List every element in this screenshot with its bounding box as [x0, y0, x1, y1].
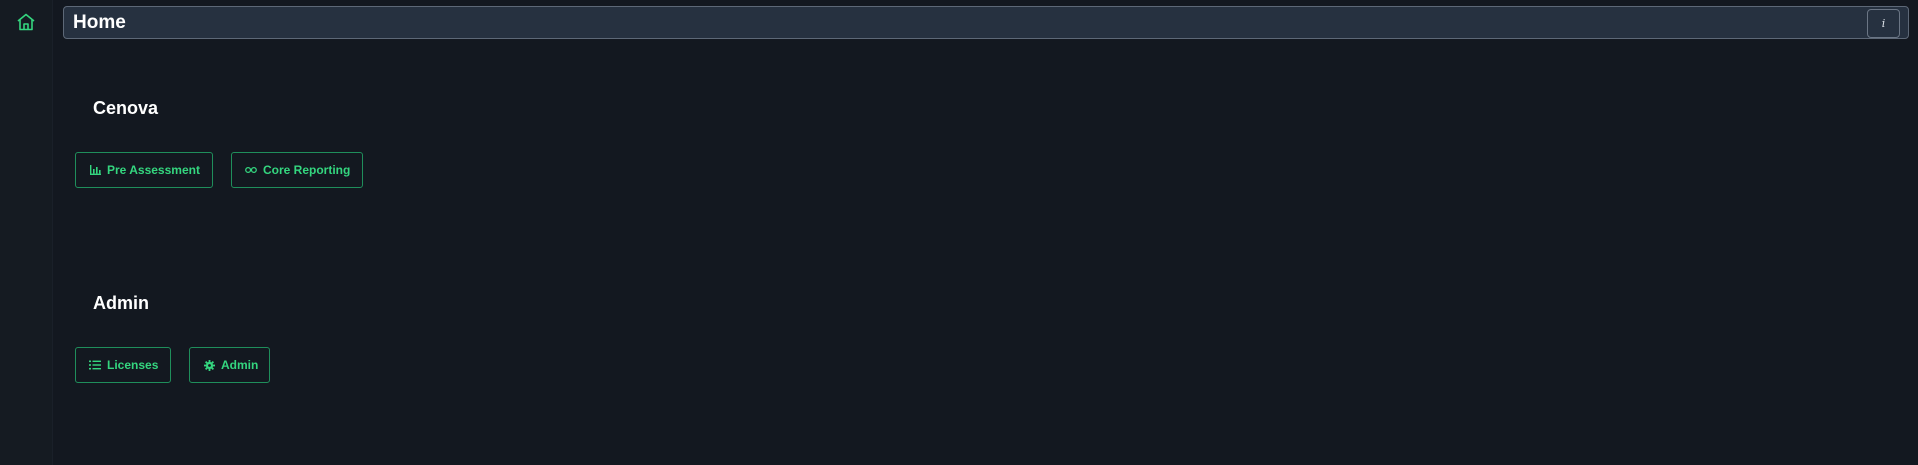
pre-assessment-button[interactable]: Pre Assessment — [75, 152, 213, 188]
sidebar — [0, 0, 53, 465]
home-icon — [16, 13, 36, 36]
licenses-button[interactable]: Licenses — [75, 347, 171, 383]
section-title-cenova: Cenova — [93, 98, 159, 118]
infinity-icon — [245, 164, 257, 176]
info-button[interactable]: i — [1867, 9, 1900, 38]
bar-chart-icon — [89, 164, 101, 176]
list-icon — [89, 359, 101, 371]
home-nav-button[interactable] — [14, 13, 38, 36]
admin-label: Admin — [221, 358, 259, 372]
licenses-label: Licenses — [107, 358, 159, 372]
page-header: Home i — [63, 6, 1909, 39]
page-title: Home — [73, 12, 126, 33]
admin-button[interactable]: Admin — [189, 347, 270, 383]
pre-assessment-label: Pre Assessment — [107, 163, 200, 177]
section-title-admin: Admin — [93, 293, 149, 313]
gear-icon — [203, 359, 215, 371]
core-reporting-label: Core Reporting — [263, 163, 351, 177]
core-reporting-button[interactable]: Core Reporting — [231, 152, 363, 188]
